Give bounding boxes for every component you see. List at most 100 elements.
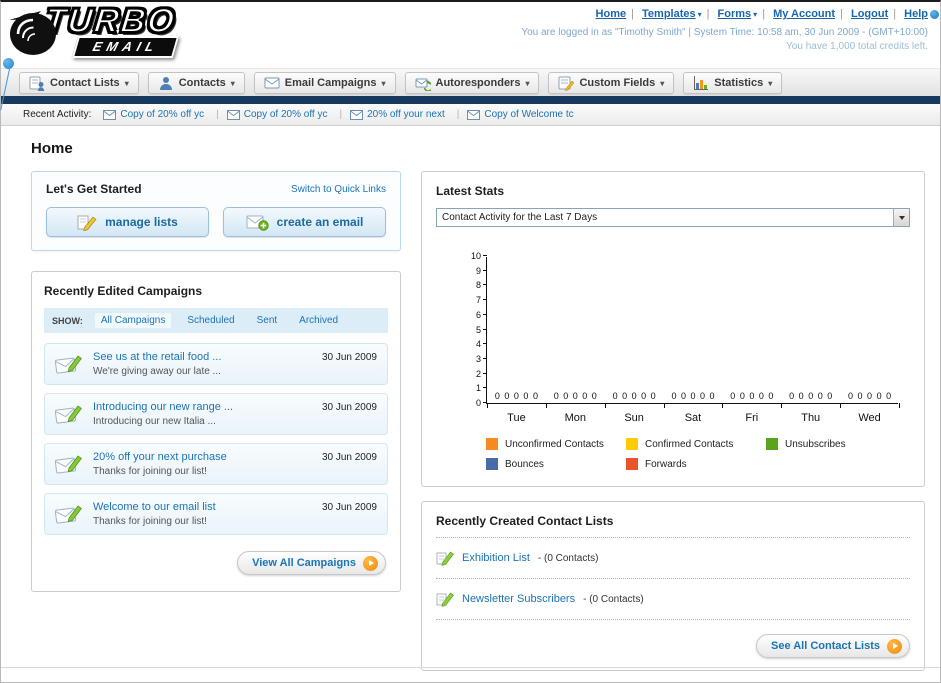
tab-statistics[interactable]: Statistics (683, 71, 783, 94)
tab-contact-lists[interactable]: Contact Lists (19, 71, 139, 94)
see-all-contact-lists-label: See All Contact Lists (770, 640, 880, 652)
top-nav-item: Logout (851, 8, 901, 20)
campaign-list-item[interactable]: Welcome to our email list Thanks for joi… (44, 493, 388, 535)
recent-activity-item[interactable]: Copy of 20% off yc (226, 109, 350, 120)
legend-item: Unsubscribes (766, 438, 906, 450)
balloon-decoration-icon (3, 58, 14, 69)
orange-arrow-icon (363, 555, 378, 571)
contact-list-link[interactable]: Newsletter Subscribers (462, 593, 575, 605)
chart-value-label: 0 (523, 391, 529, 401)
campaign-text: Welcome to our email list Thanks for joi… (93, 501, 216, 527)
chevron-down-icon (381, 77, 385, 89)
campaign-subtitle: We're giving away our late ... (93, 366, 221, 377)
top-nav-link[interactable]: Logout (851, 8, 888, 20)
recent-activity-label: Recent Activity: (23, 109, 92, 120)
top-nav-link[interactable]: Help (904, 8, 928, 20)
login-info: You are logged in as "Timothy Smith" | S… (521, 27, 928, 38)
top-nav-link[interactable]: My Account (773, 8, 835, 20)
campaign-filter-link[interactable]: All Campaigns (94, 313, 172, 328)
create-email-button[interactable]: create an email (223, 207, 386, 237)
chart-value-label: 0 (768, 391, 774, 401)
view-all-campaigns-button[interactable]: View All Campaigns (237, 551, 386, 575)
tab-autoresponders[interactable]: Autoresponders (404, 71, 540, 94)
chart-value-label: 0 (563, 391, 569, 401)
see-all-contact-lists-button[interactable]: See All Contact Lists (755, 634, 910, 658)
tab-email-campaigns[interactable]: Email Campaigns (253, 71, 396, 94)
contact-list-link[interactable]: Exhibition List (462, 552, 530, 564)
chart-category-group: 0 0 0 0 0 Mon (546, 257, 605, 424)
contact-list-item[interactable]: Exhibition List - (0 Contacts) (436, 547, 910, 569)
campaign-filter-link[interactable]: Scheduled (181, 313, 240, 328)
legend-item: Bounces (486, 458, 626, 470)
credits-info: You have 1,000 total credits left. (786, 41, 928, 52)
chart-value-label: 0 (876, 391, 882, 401)
top-nav-link[interactable]: Templates (642, 8, 696, 20)
logo-swirl-icon (9, 11, 56, 55)
recent-activity-link[interactable]: Copy of 20% off yc (244, 109, 328, 120)
stats-chart: 0 1 2 3 4 5 6 7 8 9 10 0 0 0 0 0 Tue 0 0 0 0 0 Mon 0 0 0 0 0 Sun 0 0 0 0… (471, 251, 900, 424)
chevron-down-icon (231, 77, 235, 89)
chart-value-label: 0 (622, 391, 628, 401)
campaign-envelope-pencil-icon (55, 355, 82, 374)
x-axis-tick-mark (604, 403, 606, 408)
top-nav-link[interactable]: Forms (718, 8, 752, 20)
tab-label: Contacts (178, 76, 226, 89)
chart-category-group: 0 0 0 0 0 Sun (605, 257, 664, 424)
logo-text-turbo: TURBO (42, 1, 179, 41)
manage-lists-button[interactable]: manage lists (46, 207, 209, 237)
latest-stats-panel: Latest Stats Contact Activity for the La… (421, 171, 925, 487)
top-nav-link[interactable]: Home (596, 8, 627, 20)
contact-lists-panel: Recently Created Contact Lists Exhibitio… (421, 501, 925, 671)
chart-value-label: 0 (641, 391, 647, 401)
recent-activity-link[interactable]: Copy of Welcome tc (484, 109, 573, 120)
campaign-title-link[interactable]: Introducing our new range ... (93, 401, 233, 413)
switch-quick-links-link[interactable]: Switch to Quick Links (291, 184, 386, 195)
campaign-list-item[interactable]: 20% off your next purchase Thanks for jo… (44, 443, 388, 485)
chart-value-label: 0 (798, 391, 804, 401)
y-axis-tick-label: 7 (475, 295, 481, 306)
chart-value-label: 0 (739, 391, 745, 401)
top-nav-item: Forms (718, 8, 771, 20)
contact-list-item[interactable]: Newsletter Subscribers - (0 Contacts) (436, 588, 910, 610)
x-axis-category-label: Fri (745, 412, 759, 424)
stats-period-dropdown[interactable]: Contact Activity for the Last 7 Days (436, 208, 910, 227)
legend-label: Bounces (505, 458, 544, 470)
campaign-filter-link[interactable]: Archived (293, 313, 344, 328)
page-title: Home (31, 140, 73, 157)
campaign-title-link[interactable]: Welcome to our email list (93, 501, 216, 513)
campaign-title-link[interactable]: 20% off your next purchase (93, 451, 227, 463)
y-axis-tick-mark (483, 255, 487, 256)
create-email-label: create an email (276, 215, 364, 229)
x-axis-tick-mark (663, 403, 665, 408)
contact-lists-title: Recently Created Contact Lists (436, 514, 614, 528)
contact-list-count: - (0 Contacts) (583, 593, 644, 605)
x-axis-category-label: Tue (507, 412, 526, 424)
campaign-date: 30 Jun 2009 (321, 352, 377, 363)
recent-activity-link[interactable]: 20% off your next (367, 109, 445, 120)
legend-color-swatch (626, 438, 638, 450)
tab-label: Email Campaigns (284, 76, 377, 89)
chart-category-group: 0 0 0 0 0 Fri (722, 257, 781, 424)
recent-activity-link[interactable]: Copy of 20% off yc (120, 109, 204, 120)
campaign-title-link[interactable]: See us at the retail food ... (93, 351, 221, 363)
campaign-envelope-pencil-icon (55, 505, 82, 524)
help-indicator-dot (930, 10, 939, 19)
tab-contacts[interactable]: Contacts (147, 71, 245, 94)
recent-activity-item[interactable]: 20% off your next (350, 109, 467, 120)
y-axis-tick-label: 1 (475, 383, 481, 394)
campaign-filter-link[interactable]: Sent (251, 313, 284, 328)
legend-item: Forwards (626, 458, 766, 470)
pencil-list-icon (436, 551, 454, 566)
tab-custom-fields[interactable]: Custom Fields (548, 71, 675, 94)
envelope-icon (467, 109, 481, 120)
pencil-paper-icon (77, 215, 97, 231)
recent-activity-item[interactable]: Copy of Welcome tc (467, 109, 574, 120)
campaign-list-item[interactable]: See us at the retail food ... We're givi… (44, 343, 388, 385)
campaign-text: 20% off your next purchase Thanks for jo… (93, 451, 227, 477)
chevron-down-icon (751, 8, 757, 20)
chart-category-group: 0 0 0 0 0 Wed (840, 257, 899, 424)
dotted-divider (436, 578, 910, 579)
recent-activity-item[interactable]: Copy of 20% off yc (103, 109, 226, 120)
campaign-list-item[interactable]: Introducing our new range ... Introducin… (44, 393, 388, 435)
campaign-date: 30 Jun 2009 (321, 402, 377, 413)
